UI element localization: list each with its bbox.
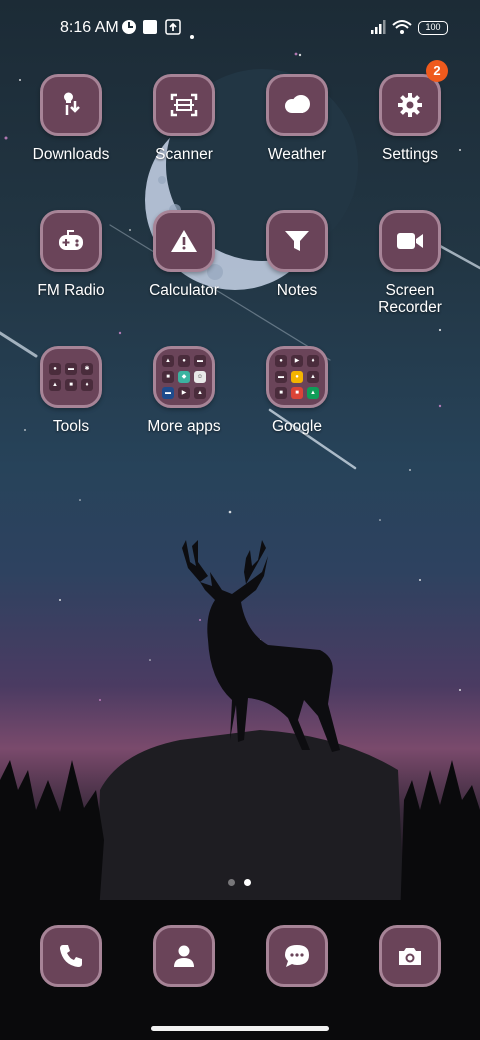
app-fm-radio[interactable]: FM Radio [15, 210, 127, 299]
mini-app-icon: ■ [65, 379, 77, 391]
mini-app-icon: ▬ [162, 387, 174, 399]
phone-icon [60, 945, 82, 967]
mini-app-icon: ● [178, 355, 190, 367]
vpn-icon [121, 19, 137, 40]
mini-app-icon: ▲ [49, 379, 61, 391]
folder-more-apps[interactable]: ▲ ● ▬ ■ ◆ ☺ ▬ ▶ ▲ More apps [128, 346, 240, 435]
folder-label: Google [272, 418, 322, 435]
page-dot-active[interactable] [244, 879, 251, 886]
warning-icon [171, 230, 197, 252]
mini-app-icon: ▶ [291, 355, 303, 367]
camera-icon [399, 948, 421, 965]
mini-app-icon: ● [49, 363, 61, 375]
status-bar: 8:16 AM 100 [0, 14, 480, 42]
app-tile[interactable] [379, 74, 441, 136]
mini-app-icon: ▲ [307, 371, 319, 383]
folder-preview: ● ▶ ♦ ▬ ● ▲ ■ ■ ▲ [275, 355, 319, 399]
dock-tile[interactable] [40, 925, 102, 987]
home-indicator[interactable] [151, 1026, 329, 1031]
gear-icon [398, 93, 422, 117]
page-indicator [228, 879, 258, 887]
folder-preview: ● ▬ ✱ ▲ ■ ♦ [49, 363, 93, 391]
folder-tile[interactable]: ▲ ● ▬ ■ ◆ ☺ ▬ ▶ ▲ [153, 346, 215, 408]
mini-app-icon: ▲ [162, 355, 174, 367]
mini-app-icon: ▬ [275, 371, 287, 383]
mini-app-icon: ■ [162, 371, 174, 383]
folder-label: More apps [147, 418, 221, 435]
app-settings[interactable]: 2 Settings [354, 60, 466, 163]
mini-app-icon: ■ [275, 387, 287, 399]
mini-app-icon: ♦ [307, 355, 319, 367]
app-tile[interactable] [379, 210, 441, 272]
dock-tile[interactable] [379, 925, 441, 987]
mini-app-icon: ▬ [194, 355, 206, 367]
mini-app-icon: ✱ [81, 363, 93, 375]
mini-app-icon: ☺ [194, 371, 206, 383]
folder-tile[interactable]: ● ▬ ✱ ▲ ■ ♦ [40, 346, 102, 408]
app-scanner[interactable]: Scanner [128, 74, 240, 163]
upload-icon [165, 19, 181, 40]
mini-app-icon: ● [291, 371, 303, 383]
mini-app-icon: ▲ [194, 387, 206, 399]
folder-preview: ▲ ● ▬ ■ ◆ ☺ ▬ ▶ ▲ [162, 355, 206, 399]
deer [182, 540, 340, 752]
app-tile[interactable] [266, 74, 328, 136]
folder-google[interactable]: ● ▶ ♦ ▬ ● ▲ ■ ■ ▲ Google [241, 346, 353, 435]
app-label: Weather [267, 146, 327, 163]
app-calculator[interactable]: Calculator [128, 210, 240, 299]
mini-app-icon: ● [275, 355, 287, 367]
mini-app-icon: ▲ [307, 387, 319, 399]
app-tile[interactable] [153, 210, 215, 272]
folder-label: Tools [52, 418, 90, 435]
folder-tile[interactable]: ● ▶ ♦ ▬ ● ▲ ■ ■ ▲ [266, 346, 328, 408]
app-tile[interactable] [153, 74, 215, 136]
status-time: 8:16 AM [60, 19, 119, 36]
app-label: Settings [381, 146, 438, 163]
gamepad-icon [59, 230, 83, 250]
mini-app-icon: ♦ [81, 379, 93, 391]
app-tile[interactable] [40, 74, 102, 136]
messages-icon [285, 945, 309, 967]
folder-tools[interactable]: ● ▬ ✱ ▲ ■ ♦ Tools [15, 346, 127, 435]
app-weather[interactable]: Weather [241, 74, 353, 163]
mini-app-icon: ▶ [178, 387, 190, 399]
app-label: Downloads [32, 146, 110, 163]
page-dot[interactable] [228, 879, 235, 886]
wifi-icon [392, 19, 412, 40]
dock-contacts[interactable] [153, 925, 215, 987]
app-label: Calculator [149, 282, 219, 299]
app-tile[interactable] [40, 210, 102, 272]
signal-icon [370, 19, 388, 40]
app-label: Scanner [155, 146, 213, 163]
app-screen-recorder[interactable]: Screen Recorder [354, 210, 466, 316]
mini-app-icon: ◆ [178, 371, 190, 383]
dock-messages[interactable] [266, 925, 328, 987]
video-icon [397, 233, 423, 249]
app-label: Screen Recorder [378, 282, 442, 316]
dock-tile[interactable] [266, 925, 328, 987]
dock-camera[interactable] [379, 925, 441, 987]
dot-icon [190, 26, 194, 44]
filter-icon [285, 231, 309, 251]
notification-badge: 2 [426, 60, 448, 82]
dock-tile[interactable] [153, 925, 215, 987]
app-tile[interactable] [266, 210, 328, 272]
download-icon [64, 92, 80, 115]
mini-app-icon: ▬ [65, 363, 77, 375]
app-notes[interactable]: Notes [241, 210, 353, 299]
app-label: Notes [276, 282, 318, 299]
scanner-icon [170, 93, 198, 117]
square-notification-icon [142, 19, 158, 40]
app-label: FM Radio [37, 282, 105, 299]
mini-app-icon: ■ [291, 387, 303, 399]
contacts-icon [174, 945, 194, 967]
battery-icon: 100 [418, 21, 448, 35]
app-downloads[interactable]: Downloads [15, 74, 127, 163]
dock-phone[interactable] [40, 925, 102, 987]
cloud-icon [285, 95, 310, 113]
